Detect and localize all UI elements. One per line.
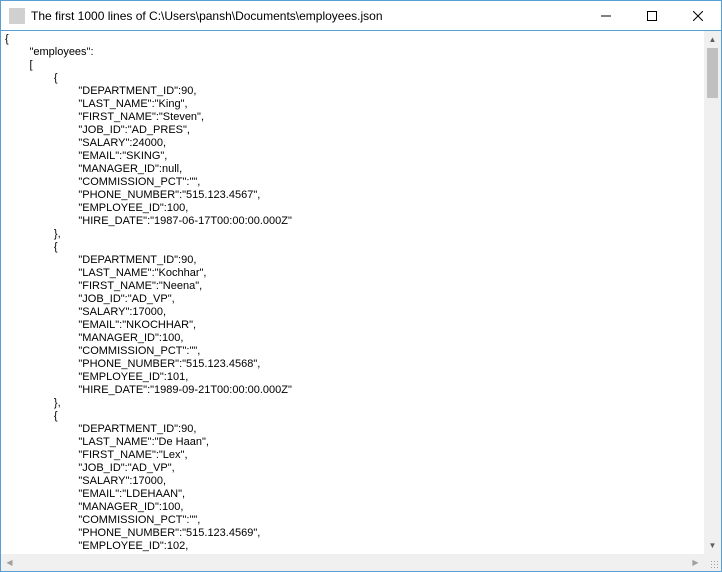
minimize-button[interactable] — [583, 1, 629, 30]
resize-grip[interactable] — [704, 554, 721, 571]
scroll-down-arrow-icon[interactable]: ▼ — [704, 537, 721, 554]
app-icon — [9, 8, 25, 24]
vertical-scroll-thumb[interactable] — [707, 48, 718, 98]
file-viewer-window: The first 1000 lines of C:\Users\pansh\D… — [0, 0, 722, 572]
horizontal-scrollbar[interactable]: ◀ ▶ — [1, 554, 704, 571]
content-area: { "employees": [ { "DEPARTMENT_ID":90, "… — [1, 31, 721, 571]
titlebar[interactable]: The first 1000 lines of C:\Users\pansh\D… — [1, 1, 721, 31]
file-content[interactable]: { "employees": [ { "DEPARTMENT_ID":90, "… — [1, 31, 704, 554]
maximize-button[interactable] — [629, 1, 675, 30]
scroll-left-arrow-icon[interactable]: ◀ — [1, 554, 18, 571]
scroll-up-arrow-icon[interactable]: ▲ — [704, 31, 721, 48]
close-button[interactable] — [675, 1, 721, 30]
window-controls — [583, 1, 721, 30]
vertical-scrollbar[interactable]: ▲ ▼ — [704, 31, 721, 554]
window-title: The first 1000 lines of C:\Users\pansh\D… — [31, 9, 583, 23]
scroll-right-arrow-icon[interactable]: ▶ — [687, 554, 704, 571]
